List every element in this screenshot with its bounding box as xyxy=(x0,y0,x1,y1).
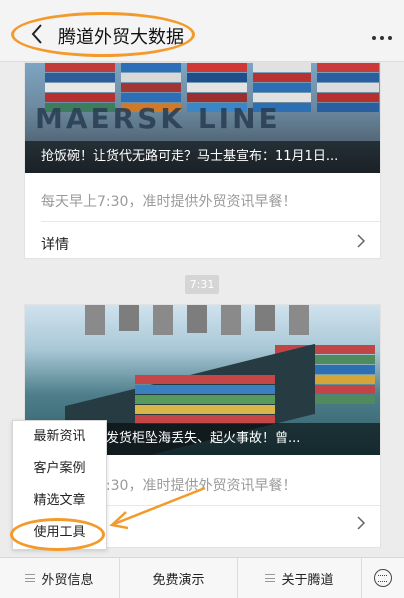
chevron-right-icon xyxy=(357,234,366,248)
title-highlight-annotation xyxy=(11,12,195,57)
more-dots-icon[interactable] xyxy=(372,34,392,42)
chevron-right-icon xyxy=(357,516,366,530)
menu-item-client-cases[interactable]: 客户案例 xyxy=(13,453,106,485)
tab-free-demo[interactable]: 免费演示 xyxy=(120,558,238,598)
bottom-tab-bar: 外贸信息 免费演示 关于腾道 xyxy=(0,557,404,598)
tab-label: 关于腾道 xyxy=(281,572,334,588)
menu-item-latest-news[interactable]: 最新资讯 xyxy=(13,421,106,453)
tab-trade-info[interactable]: 外贸信息 xyxy=(0,558,120,598)
message-timestamp: 7:31 xyxy=(185,275,219,294)
article-image: MAERSK LINE 抢饭碗！让货代无路可走？马士基宣布：11月1日... xyxy=(25,63,380,173)
image-banner-text: MAERSK LINE xyxy=(35,102,281,135)
keyboard-icon xyxy=(374,569,392,587)
tab-about[interactable]: 关于腾道 xyxy=(238,558,362,598)
tools-highlight-annotation xyxy=(10,518,105,551)
arrow-annotation-icon xyxy=(109,486,206,530)
keyboard-toggle[interactable] xyxy=(362,558,404,598)
menu-lines-icon xyxy=(25,574,36,582)
article-title: 抢饭碗！让货代无路可走？马士基宣布：11月1日... xyxy=(25,141,380,173)
menu-item-featured-articles[interactable]: 精选文章 xyxy=(13,485,106,517)
tab-label: 免费演示 xyxy=(152,572,205,588)
detail-link[interactable]: 详情 xyxy=(41,234,69,254)
divider xyxy=(41,221,380,222)
tab-label: 外贸信息 xyxy=(41,572,94,588)
menu-lines-icon xyxy=(265,574,276,582)
article-summary: 每天早上7:30，准时提供外贸资讯早餐！ xyxy=(41,194,297,210)
article-card[interactable]: MAERSK LINE 抢饭碗！让货代无路可走？马士基宣布：11月1日... 每… xyxy=(24,62,381,259)
